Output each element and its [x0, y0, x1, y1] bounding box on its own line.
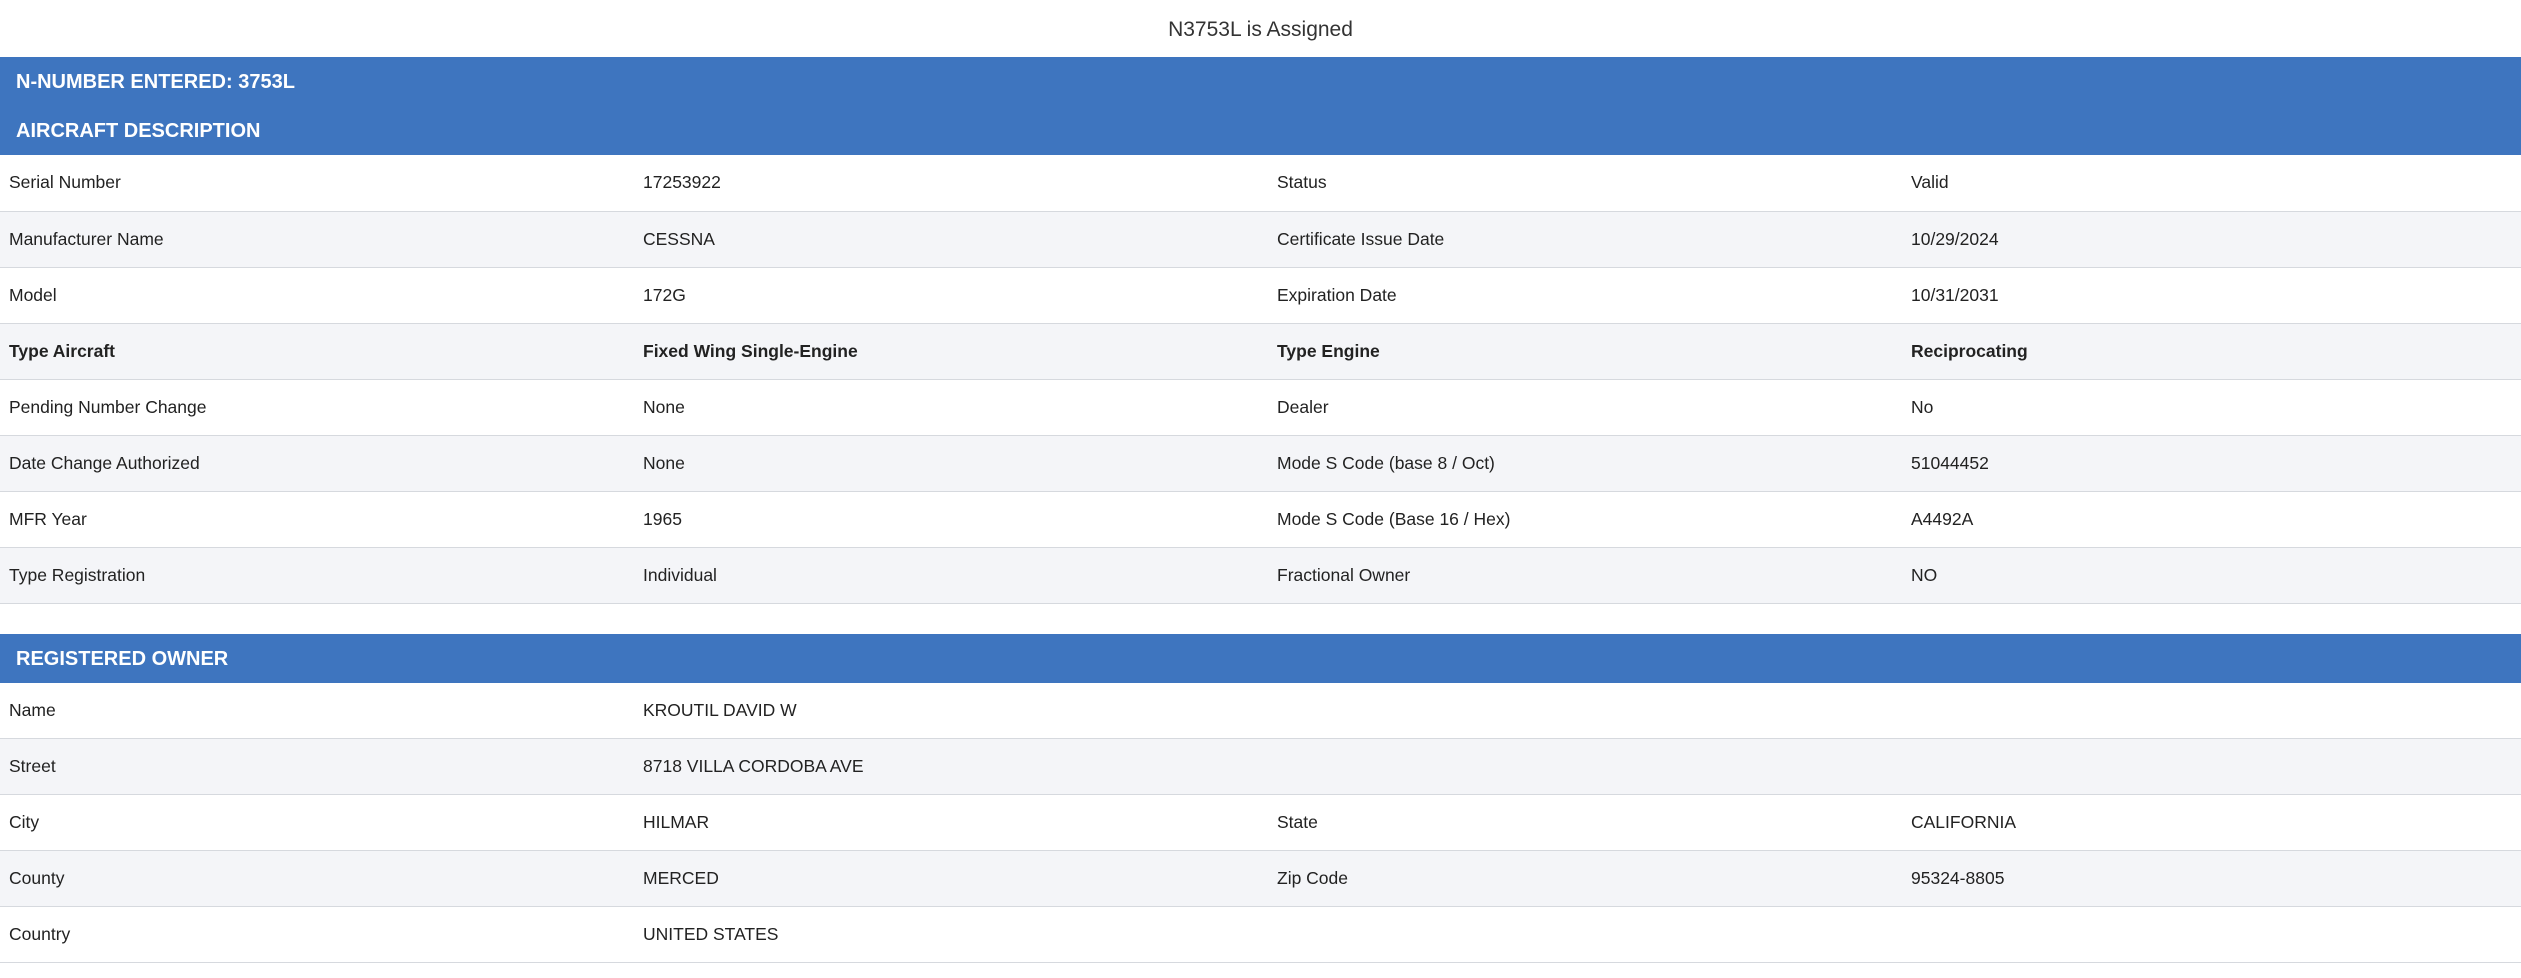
row-value: 17253922	[634, 155, 1268, 212]
row-label: MFR Year	[0, 491, 634, 548]
table-row: Type Registration Individual Fractional …	[0, 547, 2521, 604]
registered-owner-table: Name KROUTIL DAVID W Street 8718 VILLA C…	[0, 682, 2521, 963]
row-label: Model	[0, 267, 634, 324]
row-value: 172G	[634, 267, 1268, 324]
row-value: CESSNA	[634, 211, 1268, 268]
row-value	[1902, 906, 2521, 963]
table-row: County MERCED Zip Code 95324-8805	[0, 850, 2521, 907]
row-label: Type Engine	[1268, 323, 1902, 380]
table-row: Country UNITED STATES	[0, 906, 2521, 963]
row-label: Street	[0, 738, 634, 795]
table-row: Manufacturer Name CESSNA Certificate Iss…	[0, 211, 2521, 268]
row-value: KROUTIL DAVID W	[634, 682, 1268, 739]
row-value: UNITED STATES	[634, 906, 1268, 963]
table-row: MFR Year 1965 Mode S Code (Base 16 / Hex…	[0, 491, 2521, 548]
row-label	[1268, 682, 1902, 739]
row-label	[1268, 906, 1902, 963]
row-value	[1902, 738, 2521, 795]
row-value: Individual	[634, 547, 1268, 604]
table-row: Name KROUTIL DAVID W	[0, 682, 2521, 739]
row-label: Mode S Code (Base 16 / Hex)	[1268, 491, 1902, 548]
row-value: HILMAR	[634, 794, 1268, 851]
table-row: Street 8718 VILLA CORDOBA AVE	[0, 738, 2521, 795]
row-value: 10/31/2031	[1902, 267, 2521, 324]
row-value	[1902, 682, 2521, 739]
registered-owner-heading: REGISTERED OWNER	[0, 633, 2521, 683]
table-row: Serial Number 17253922 Status Valid	[0, 155, 2521, 212]
row-label: Name	[0, 682, 634, 739]
row-label: State	[1268, 794, 1902, 851]
row-value: NO	[1902, 547, 2521, 604]
row-label: Type Aircraft	[0, 323, 634, 380]
row-value: 8718 VILLA CORDOBA AVE	[634, 738, 1268, 795]
table-row: Type Aircraft Fixed Wing Single-Engine T…	[0, 323, 2521, 380]
row-value: 10/29/2024	[1902, 211, 2521, 268]
row-label: Dealer	[1268, 379, 1902, 436]
row-label: Date Change Authorized	[0, 435, 634, 492]
row-label: Status	[1268, 155, 1902, 212]
row-label: Manufacturer Name	[0, 211, 634, 268]
row-label	[1268, 738, 1902, 795]
row-label: Type Registration	[0, 547, 634, 604]
row-value: A4492A	[1902, 491, 2521, 548]
row-label: Zip Code	[1268, 850, 1902, 907]
aircraft-description-heading: AIRCRAFT DESCRIPTION	[0, 106, 2521, 155]
table-row: Model 172G Expiration Date 10/31/2031	[0, 267, 2521, 324]
row-label: Pending Number Change	[0, 379, 634, 436]
table-row: City HILMAR State CALIFORNIA	[0, 794, 2521, 851]
row-value: Fixed Wing Single-Engine	[634, 323, 1268, 380]
row-value: Valid	[1902, 155, 2521, 212]
row-value: MERCED	[634, 850, 1268, 907]
row-label: Certificate Issue Date	[1268, 211, 1902, 268]
table-row: Pending Number Change None Dealer No	[0, 379, 2521, 436]
row-value: None	[634, 379, 1268, 436]
row-label: Country	[0, 906, 634, 963]
nnumber-entered-banner: N-NUMBER ENTERED: 3753L	[0, 57, 2521, 106]
row-value: 95324-8805	[1902, 850, 2521, 907]
row-label: County	[0, 850, 634, 907]
row-label: Fractional Owner	[1268, 547, 1902, 604]
table-row: Date Change Authorized None Mode S Code …	[0, 435, 2521, 492]
row-label: City	[0, 794, 634, 851]
row-value: None	[634, 435, 1268, 492]
row-value: Reciprocating	[1902, 323, 2521, 380]
row-value: CALIFORNIA	[1902, 794, 2521, 851]
row-value: No	[1902, 379, 2521, 436]
row-label: Expiration Date	[1268, 267, 1902, 324]
row-value: 51044452	[1902, 435, 2521, 492]
row-label: Mode S Code (base 8 / Oct)	[1268, 435, 1902, 492]
page-title: N3753L is Assigned	[1168, 18, 1353, 41]
row-value: 1965	[634, 491, 1268, 548]
row-label: Serial Number	[0, 155, 634, 212]
aircraft-description-table: Serial Number 17253922 Status Valid Manu…	[0, 155, 2521, 604]
